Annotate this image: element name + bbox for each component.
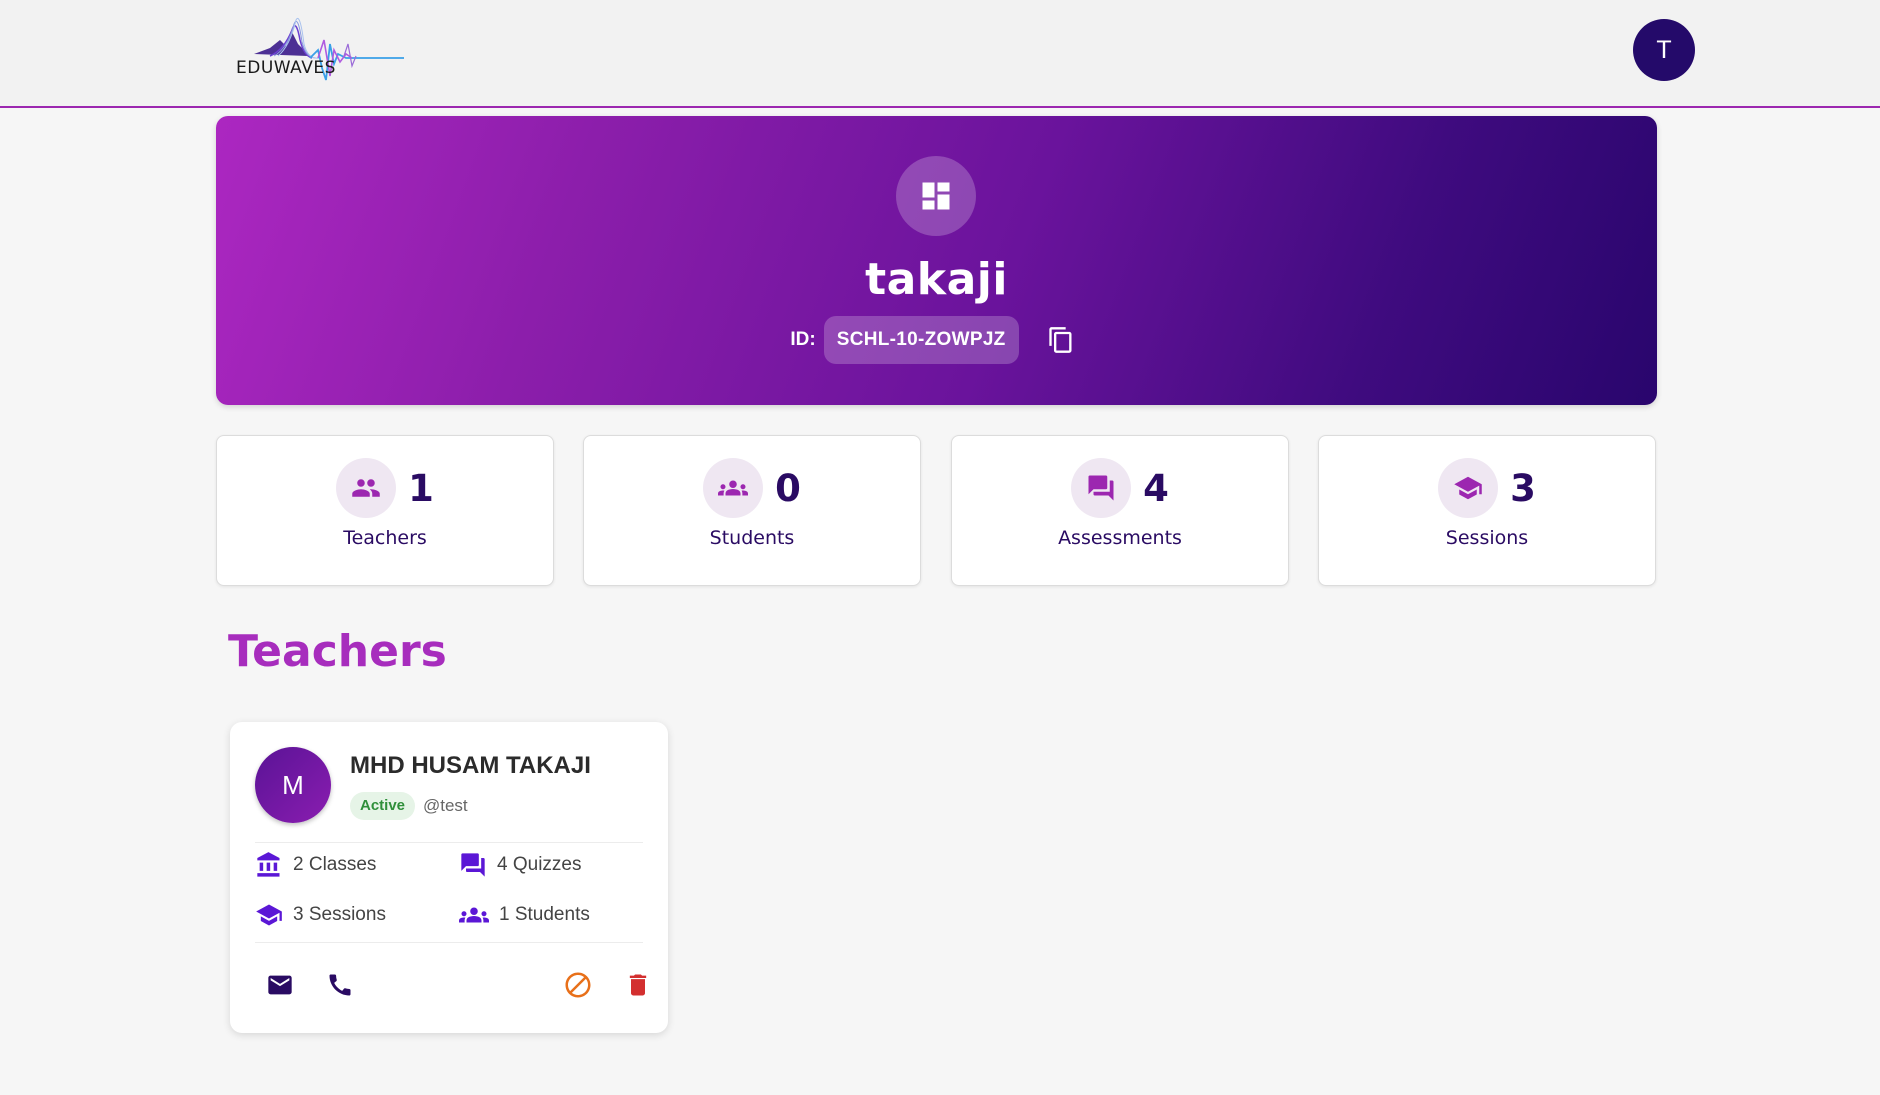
institution-icon (257, 852, 280, 877)
top-app-bar: EDUWAVES T (0, 0, 1880, 108)
groups-icon (459, 907, 489, 923)
school-id-chip: SCHL-10-ZOWPJZ (823, 316, 1019, 364)
stat-label: Sessions (1445, 527, 1529, 549)
stat-label: Students (709, 527, 795, 549)
teacher-classes: 2 Classes (255, 843, 376, 887)
teacher-card[interactable]: M MHD HUSAM TAKAJI Active @test 2 Classe… (230, 722, 668, 1033)
school-icon (1438, 458, 1499, 518)
groups-icon (703, 458, 764, 518)
teacher-students: 1 Students (459, 893, 590, 937)
school-hero-banner: takaji ID: SCHL-10-ZOWPJZ (216, 116, 1657, 405)
stat-card-students[interactable]: 0 Students (583, 435, 921, 586)
logo-text: EDUWAVES (236, 58, 336, 78)
eduwaves-logo[interactable]: EDUWAVES (234, 10, 404, 86)
copy-id-button[interactable] (1039, 318, 1083, 362)
stat-card-assessments[interactable]: 4 Assessments (951, 435, 1289, 586)
id-label: ID: (790, 329, 816, 350)
stat-value: 4 (1143, 466, 1169, 510)
teacher-quizzes: 4 Quizzes (459, 843, 581, 887)
school-id-row: ID: SCHL-10-ZOWPJZ (216, 316, 1657, 364)
stat-value: 1 (408, 466, 434, 510)
block-icon (565, 972, 591, 998)
call-button[interactable] (320, 965, 360, 1005)
block-button[interactable] (558, 965, 598, 1005)
divider (255, 942, 643, 943)
stat-value: 0 (775, 466, 801, 510)
classes-count: 2 Classes (293, 854, 377, 875)
forum-icon (1071, 458, 1132, 518)
teacher-name: MHD HUSAM TAKAJI (350, 752, 591, 779)
stat-card-sessions[interactable]: 3 Sessions (1318, 435, 1656, 586)
stat-card-teachers[interactable]: 1 Teachers (216, 435, 554, 586)
people-icon (336, 458, 397, 518)
status-badge: Active (350, 792, 416, 820)
teachers-section-title: Teachers (228, 626, 447, 677)
school-icon (256, 904, 282, 926)
forum-icon (461, 853, 485, 877)
delete-button[interactable] (618, 965, 658, 1005)
stat-label: Assessments (1058, 527, 1182, 549)
user-avatar-button[interactable]: T (1633, 19, 1695, 81)
teacher-username: @test (423, 796, 468, 815)
email-button[interactable] (260, 965, 300, 1005)
dashboard-icon (896, 156, 976, 236)
trash-icon (629, 974, 647, 996)
quizzes-count: 4 Quizzes (497, 854, 582, 875)
sessions-count: 3 Sessions (293, 904, 386, 925)
stat-value: 3 (1510, 466, 1536, 510)
students-count: 1 Students (499, 904, 590, 925)
phone-icon (329, 974, 351, 996)
stat-label: Teachers (343, 527, 427, 549)
mail-icon (268, 975, 292, 995)
school-name: takaji (865, 254, 1008, 305)
teacher-avatar: M (255, 747, 331, 823)
copy-icon (1048, 327, 1072, 353)
teacher-sessions: 3 Sessions (255, 893, 386, 937)
